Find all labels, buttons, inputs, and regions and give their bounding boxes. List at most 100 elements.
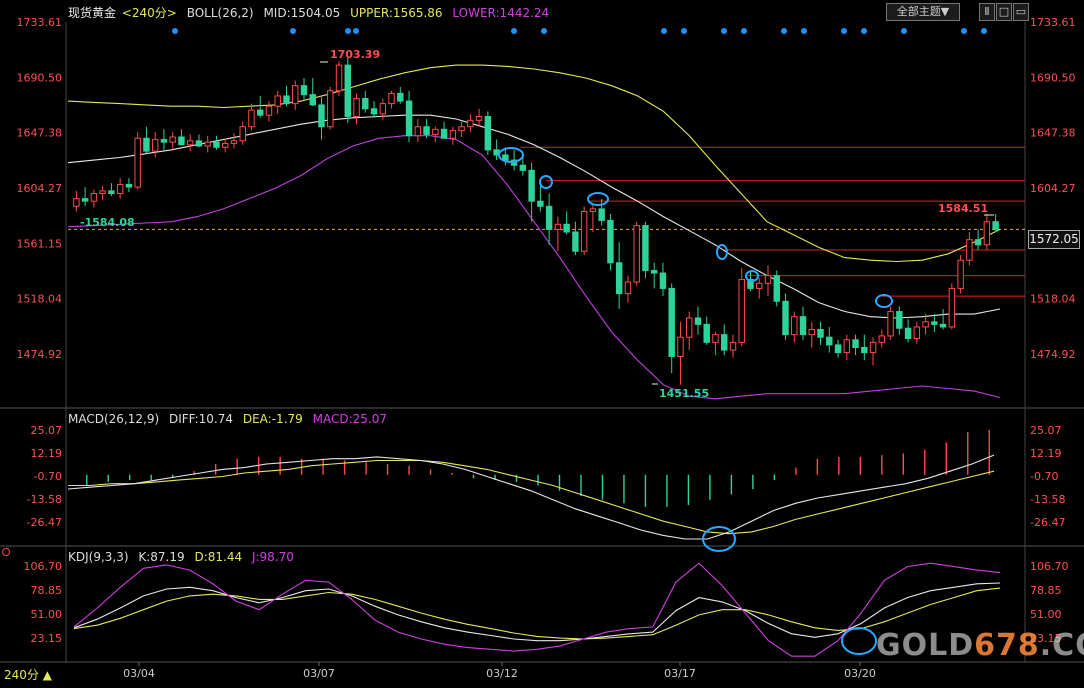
period-label[interactable]: <240分> bbox=[122, 6, 177, 20]
candle-body bbox=[773, 275, 780, 302]
candle-body bbox=[624, 281, 632, 295]
current-price-box: 1572.05 bbox=[1028, 230, 1080, 249]
signal-dot bbox=[841, 28, 847, 34]
macd-y-tick-right: 25.07 bbox=[1030, 424, 1062, 437]
candle-body bbox=[134, 137, 141, 188]
kdj-y-tick-left: 23.15 bbox=[31, 632, 63, 645]
candle-body bbox=[257, 109, 264, 116]
maximize-button[interactable]: □ bbox=[996, 3, 1012, 21]
all-topics-button[interactable]: 全部主题▼ bbox=[886, 3, 960, 21]
candle-body bbox=[808, 329, 815, 336]
signal-dot bbox=[511, 28, 517, 34]
candle-body bbox=[221, 142, 229, 148]
candle-body bbox=[414, 126, 422, 137]
candle-body bbox=[896, 311, 903, 329]
signal-dot bbox=[981, 28, 987, 34]
candle-body bbox=[843, 339, 851, 354]
signal-dot bbox=[345, 28, 351, 34]
candle-body bbox=[729, 341, 737, 351]
candle-body bbox=[344, 64, 351, 117]
candle-body bbox=[458, 126, 465, 132]
candle-body bbox=[292, 85, 299, 105]
candle-body bbox=[81, 198, 89, 202]
main-y-tick-right: 1647.38 bbox=[1030, 127, 1076, 140]
watermark-post: .COM bbox=[1039, 628, 1084, 663]
restore-button[interactable]: ▭ bbox=[1013, 3, 1029, 21]
x-axis-label: 03/17 bbox=[664, 667, 696, 680]
candle-body bbox=[178, 136, 185, 146]
candle-body bbox=[957, 259, 964, 289]
signal-dot bbox=[801, 28, 807, 34]
signal-dot bbox=[681, 28, 687, 34]
candle-body bbox=[388, 92, 395, 105]
candle-body bbox=[405, 100, 413, 137]
candle-body bbox=[73, 198, 80, 207]
candle-body bbox=[668, 287, 675, 357]
candle-body bbox=[817, 329, 824, 338]
candle-body bbox=[475, 115, 483, 121]
signal-dot bbox=[861, 28, 867, 34]
candle-body bbox=[362, 98, 369, 110]
candle-body bbox=[545, 205, 553, 230]
main-price-panel[interactable]: 1703.39 1451.55 -1584.08 1584.51 bbox=[67, 28, 1025, 400]
highlight-circle bbox=[539, 175, 553, 189]
main-y-tick-left: 1518.04 bbox=[17, 293, 63, 306]
candle-body bbox=[974, 239, 982, 246]
x-axis-label: 03/07 bbox=[303, 667, 335, 680]
kline-chart-stage[interactable]: 1703.39 1451.55 -1584.08 1584.51 1733.61 173… bbox=[0, 0, 1084, 684]
kdj-y-tick-right: 78.85 bbox=[1030, 584, 1062, 597]
candle-body bbox=[169, 136, 176, 143]
candle-body bbox=[440, 128, 448, 139]
left-ref-annotation: -1584.08 bbox=[80, 216, 135, 229]
high-annotation: 1703.39 bbox=[330, 48, 380, 61]
signal-dot bbox=[353, 28, 359, 34]
candle-body bbox=[580, 210, 588, 252]
candle-body bbox=[327, 90, 334, 128]
candle-body bbox=[99, 190, 106, 194]
macd-hist-value: MACD:25.07 bbox=[312, 412, 387, 426]
macd-y-tick-left: -13.58 bbox=[27, 493, 62, 506]
candle-body bbox=[300, 85, 308, 96]
candle-body bbox=[467, 119, 474, 128]
boll-lower-value: LOWER:1442.24 bbox=[452, 6, 550, 20]
boll-upper-value: UPPER:1565.86 bbox=[350, 6, 443, 20]
candle-body bbox=[230, 140, 238, 144]
candle-body bbox=[607, 219, 614, 264]
signal-dot bbox=[541, 28, 547, 34]
x-axis-label: 03/12 bbox=[486, 667, 518, 680]
candle-body bbox=[694, 317, 702, 325]
kdj-panel[interactable] bbox=[73, 562, 1001, 657]
candle-body bbox=[878, 335, 886, 343]
candle-body bbox=[353, 98, 360, 117]
macd-y-tick-left: -26.47 bbox=[27, 516, 62, 529]
candle-body bbox=[721, 334, 728, 351]
kdj-y-tick-left: 78.85 bbox=[31, 584, 63, 597]
macd-panel[interactable] bbox=[67, 430, 995, 552]
symbol-label: 现货黄金 bbox=[68, 6, 117, 20]
candle-body bbox=[370, 108, 378, 115]
candle-body bbox=[239, 126, 246, 142]
candle-body bbox=[265, 105, 273, 116]
candle-body bbox=[108, 190, 115, 194]
kline-chart[interactable]: 1703.391451.55-1584.081584.51 1733.61 173… bbox=[0, 0, 1084, 684]
kdj-header: KDJ(9,3,3) K:87.19 D:81.44 J:98.70 bbox=[68, 550, 300, 564]
candle-body bbox=[685, 317, 693, 338]
split-view-button[interactable]: Ⅱ bbox=[979, 3, 995, 21]
kdj-d-value: D:81.44 bbox=[194, 550, 243, 564]
macd-diff-value: DIFF:10.74 bbox=[168, 412, 234, 426]
period-selector[interactable]: 240分 ▲ bbox=[4, 666, 52, 683]
signal-dot bbox=[290, 28, 296, 34]
candle-body bbox=[869, 341, 877, 354]
candle-body bbox=[125, 183, 133, 188]
signal-dot bbox=[961, 28, 967, 34]
candle-body bbox=[852, 339, 859, 348]
kdj-k-value: K:87.19 bbox=[138, 550, 185, 564]
macd-y-tick-right: -26.47 bbox=[1030, 516, 1065, 529]
candle-body bbox=[642, 225, 649, 271]
candle-body bbox=[677, 336, 684, 357]
candle-body bbox=[931, 321, 938, 325]
candle-body bbox=[318, 104, 325, 128]
candle-body bbox=[563, 223, 570, 233]
last-high-annotation: 1584.51 bbox=[938, 202, 988, 215]
candle-body bbox=[966, 239, 973, 261]
